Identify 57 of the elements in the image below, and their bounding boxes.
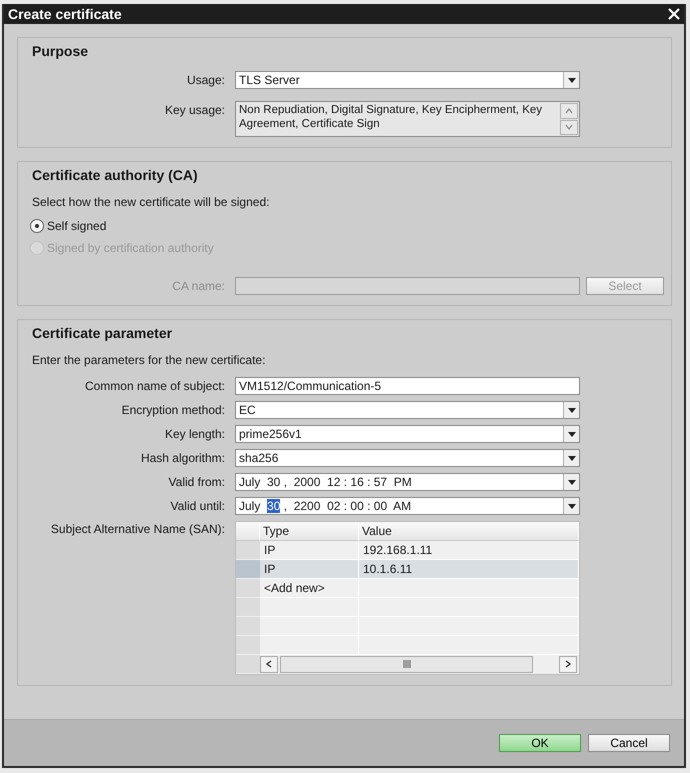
radio-option[interactable]: Self signed <box>30 219 657 233</box>
corner-header <box>236 522 260 541</box>
row-header[interactable] <box>236 579 260 598</box>
caret-down-icon <box>568 76 576 84</box>
scroll-left-button[interactable] <box>260 656 278 672</box>
section-heading: Certificate authority (CA) <box>32 167 199 183</box>
field-label: Hash algorithm: <box>140 451 226 465</box>
dropdown[interactable]: EC <box>235 401 580 419</box>
input-field[interactable]: VM1512/Communication-5 <box>235 377 580 395</box>
section-heading: Purpose <box>32 43 90 59</box>
field-label: Common name of subject: <box>84 379 226 393</box>
instruction-text: Enter the parameters for the new certificate: <box>32 353 266 367</box>
scroll-up-button[interactable] <box>560 103 578 118</box>
row-header[interactable] <box>236 560 260 579</box>
window-title: Create certificate <box>8 6 122 22</box>
column-header[interactable]: Type <box>260 522 359 541</box>
close-icon <box>667 7 681 21</box>
table-cell: IP <box>260 541 359 560</box>
cancel-button[interactable]: Cancel <box>588 734 670 752</box>
table-cell: 10.1.6.11 <box>359 560 579 579</box>
dropdown[interactable]: sha256 <box>235 449 580 467</box>
field-label: Valid until: <box>170 499 226 513</box>
field-label: Key length: <box>164 427 226 441</box>
caret-down-icon <box>568 502 576 510</box>
caret-down-icon <box>568 406 576 414</box>
caret-down-icon <box>568 454 576 462</box>
column-header[interactable]: Value <box>359 522 579 541</box>
scroll-down-button[interactable] <box>560 120 578 135</box>
dropdown[interactable]: TLS Server <box>235 71 580 89</box>
section-heading: Certificate parameter <box>32 325 174 341</box>
instruction-text: Select how the new certificate will be signed: <box>32 195 270 209</box>
add-new-cell[interactable]: <Add new> <box>260 579 359 598</box>
grip-icon <box>402 660 410 668</box>
table-cell: IP <box>260 560 359 579</box>
row-header[interactable] <box>236 617 260 636</box>
field-label: Usage: <box>186 73 226 87</box>
field-label: Subject Alternative Name (SAN): <box>50 521 226 536</box>
scroll-right-button[interactable] <box>559 656 577 672</box>
caret-down-icon <box>565 123 573 132</box>
field-label: CA name: <box>171 279 226 293</box>
caret-left-icon <box>265 660 273 668</box>
row-header[interactable] <box>236 598 260 617</box>
row-header[interactable] <box>236 541 260 560</box>
dropdown[interactable]: prime256v1 <box>235 425 580 443</box>
text-area[interactable]: Non Repudiation, Digital Signature, Key Encipherment, Key Agreement, Certificate Sign <box>235 101 580 137</box>
caret-up-icon <box>565 106 573 115</box>
caret-right-icon <box>564 660 572 668</box>
caret-down-icon <box>568 478 576 486</box>
field-label: Encryption method: <box>120 403 226 417</box>
field-label: Key usage: <box>164 102 226 117</box>
scrollbar-thumb[interactable] <box>280 656 533 672</box>
ok-button[interactable]: OK <box>499 734 581 752</box>
dropdown[interactable]: July 30 , 2000 12 : 16 : 57 PM <box>235 473 580 491</box>
table-cell: 192.168.1.11 <box>359 541 579 560</box>
caret-down-icon <box>568 430 576 438</box>
field-label: Valid from: <box>168 475 226 489</box>
dropdown[interactable]: July 30 , 2200 02 : 00 : 00 AM <box>235 497 580 515</box>
